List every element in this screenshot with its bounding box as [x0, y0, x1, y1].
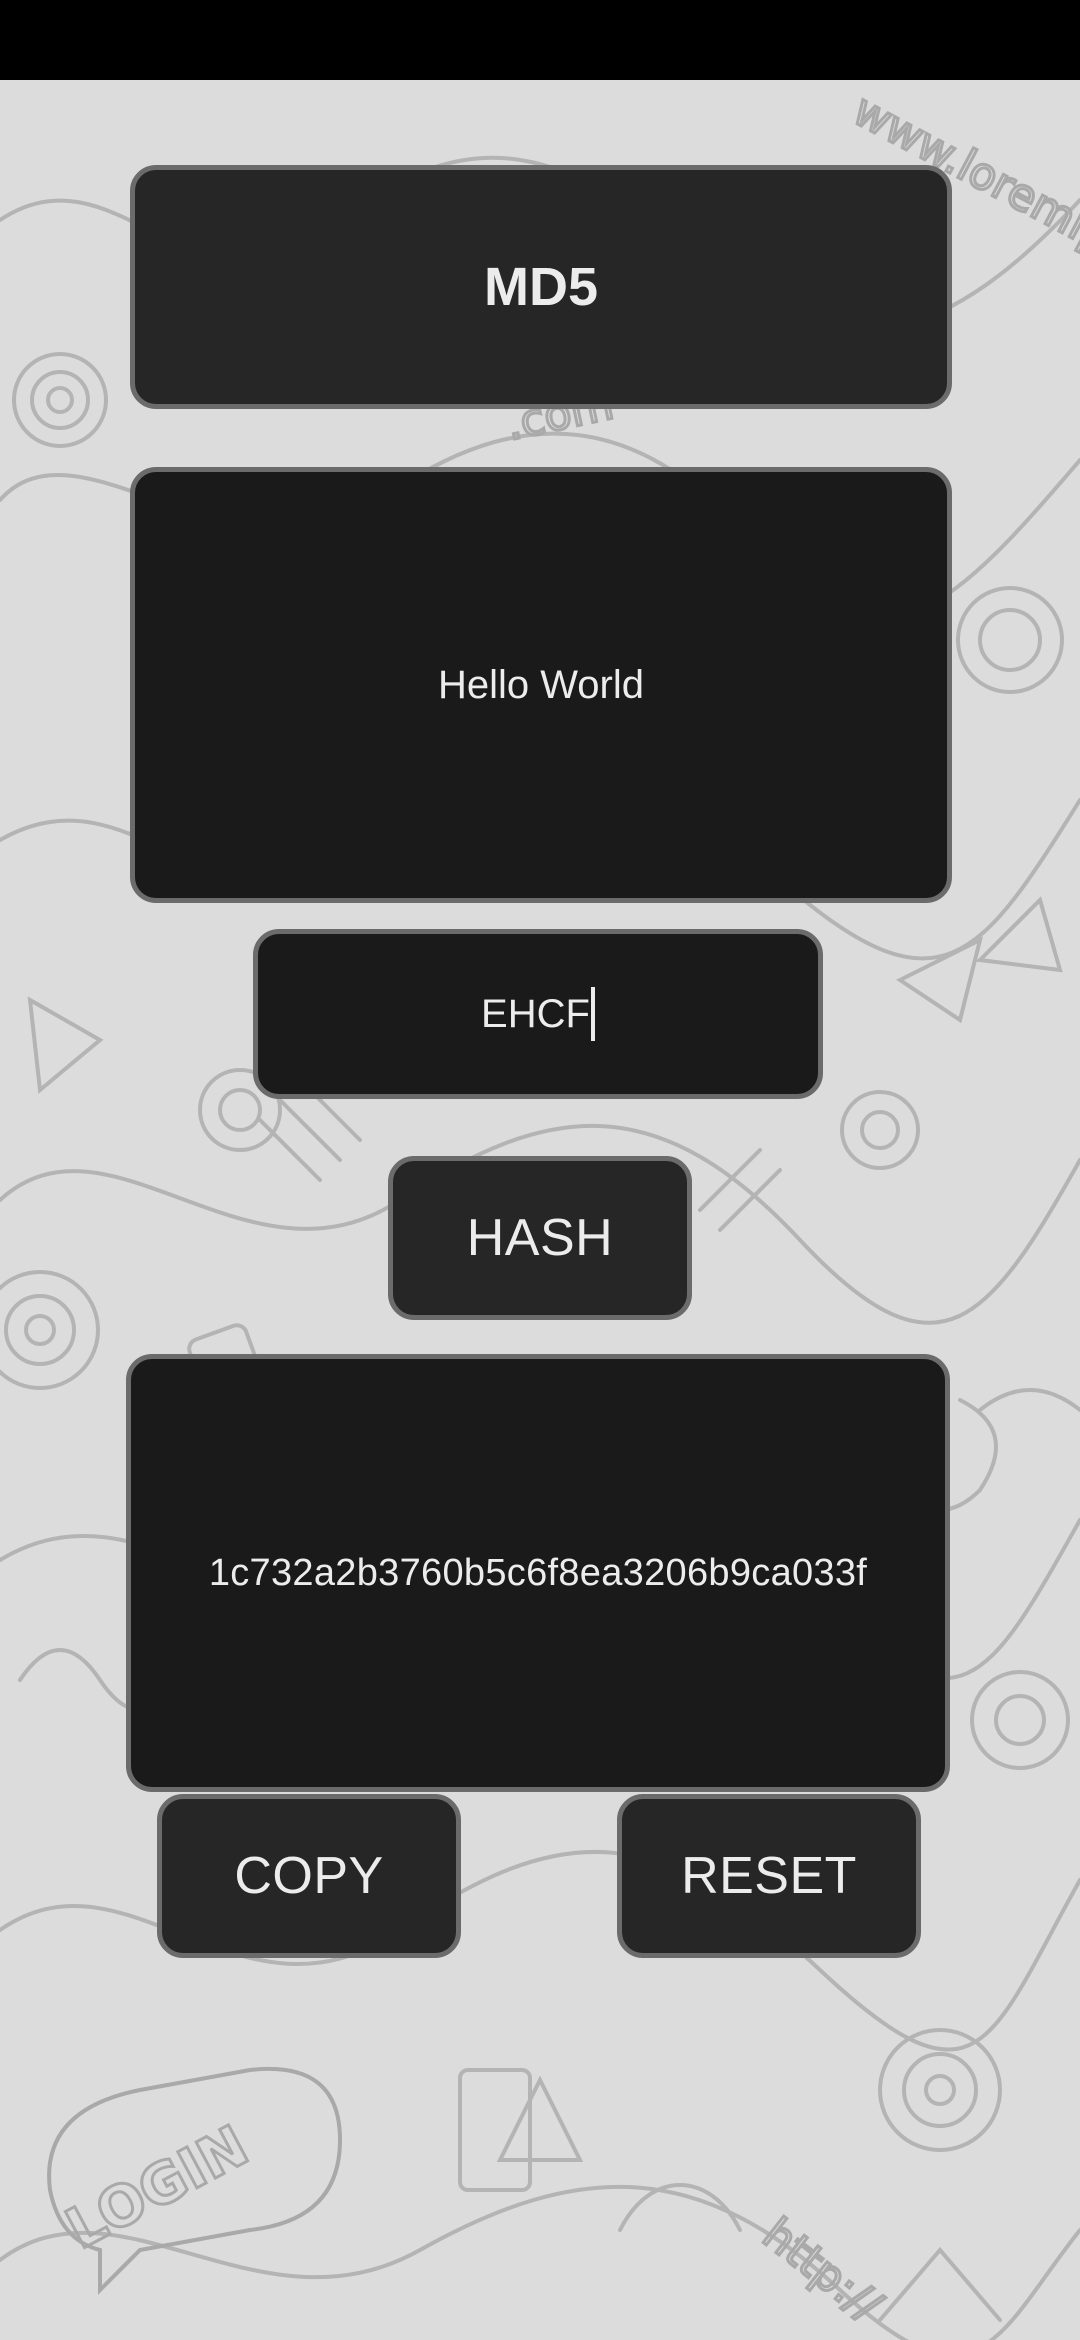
text-input-value: Hello World: [438, 662, 644, 707]
key-input-value: EHCF: [481, 991, 590, 1036]
status-bar: [0, 0, 1080, 80]
doodle-word-http: http://: [753, 2208, 891, 2331]
hash-output-value: 1c732a2b3760b5c6f8ea3206b9ca033f: [208, 1551, 868, 1594]
copy-button[interactable]: COPY: [157, 1794, 461, 1958]
reset-button[interactable]: RESET: [617, 1794, 921, 1958]
algorithm-label[interactable]: MD5: [130, 165, 952, 409]
hash-button[interactable]: HASH: [388, 1156, 692, 1320]
text-cursor: [590, 987, 595, 1041]
copy-button-label: COPY: [234, 1847, 384, 1905]
reset-button-label: RESET: [681, 1847, 857, 1905]
hash-button-label: HASH: [466, 1209, 614, 1267]
hash-output-field[interactable]: 1c732a2b3760b5c6f8ea3206b9ca033f: [126, 1354, 950, 1792]
doodle-word-login: LOGIN: [56, 2113, 259, 2262]
text-input-field[interactable]: Hello World: [130, 467, 952, 903]
algorithm-label-text: MD5: [483, 257, 598, 317]
key-input-field[interactable]: EHCF: [253, 929, 823, 1099]
